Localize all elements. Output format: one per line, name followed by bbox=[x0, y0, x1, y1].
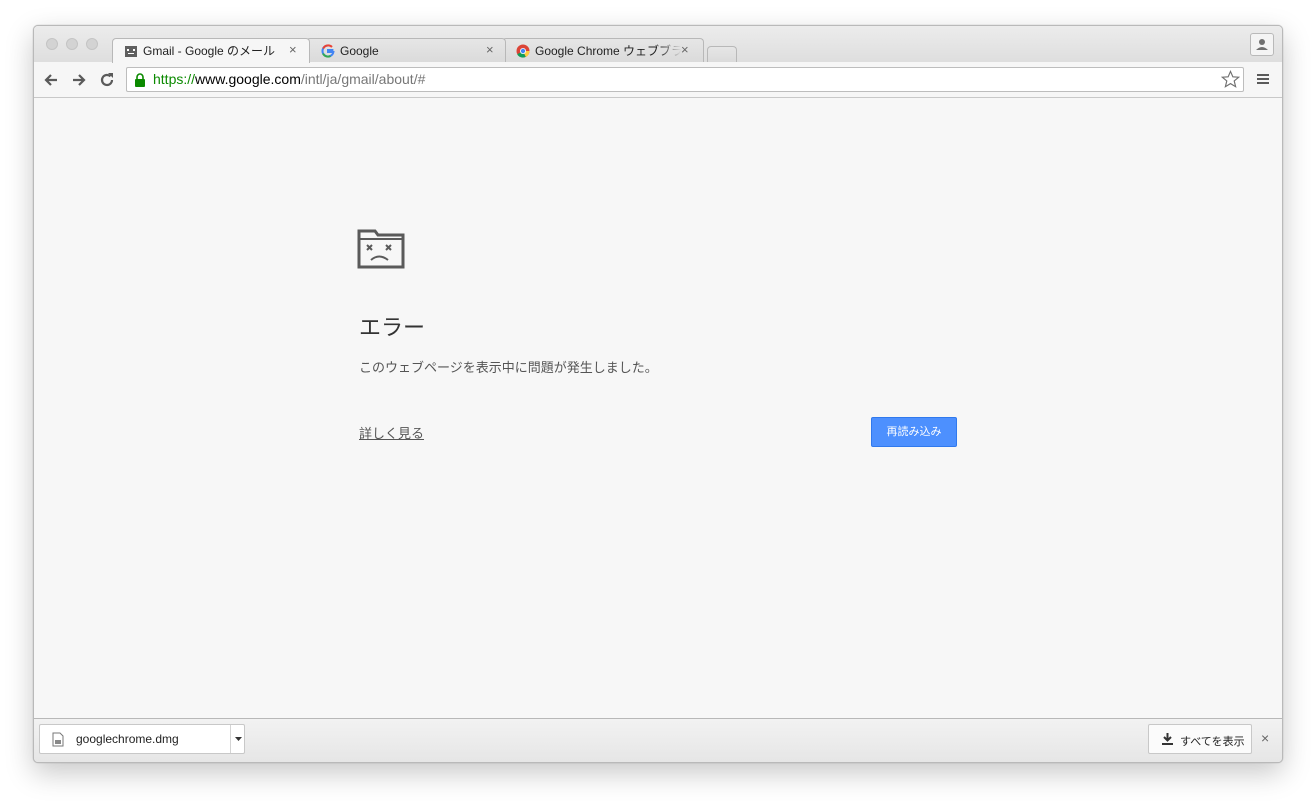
reload-button[interactable]: 再読み込み bbox=[871, 417, 957, 447]
tab-chrome[interactable]: Google Chrome ウェブブラウザ × bbox=[516, 38, 696, 63]
download-icon bbox=[1162, 733, 1173, 745]
tab-close-icon[interactable]: × bbox=[289, 42, 297, 57]
close-window-button[interactable] bbox=[46, 38, 58, 50]
tab-strip: Gmail - Google のメール × Google × Google Ch… bbox=[34, 26, 1282, 63]
profile-button[interactable] bbox=[1250, 33, 1274, 56]
menu-icon[interactable] bbox=[1256, 72, 1270, 86]
url-scheme: https:// bbox=[153, 71, 196, 87]
new-tab-button[interactable] bbox=[707, 46, 737, 63]
zoom-window-button[interactable] bbox=[86, 38, 98, 50]
show-all-downloads-button[interactable]: すべてを表示 bbox=[1148, 724, 1252, 754]
forward-arrow-icon[interactable] bbox=[70, 71, 88, 89]
lock-icon bbox=[135, 73, 145, 87]
chrome-logo-icon bbox=[516, 44, 530, 58]
browser-window: Gmail - Google のメール × Google × Google Ch… bbox=[33, 25, 1283, 763]
chevron-down-icon bbox=[235, 737, 242, 741]
tab-close-icon[interactable]: × bbox=[681, 42, 689, 57]
page-content: エラー このウェブページを表示中に問題が発生しました。 詳しく見る 再読み込み bbox=[34, 98, 1282, 718]
url-host: www.google.com bbox=[195, 71, 301, 87]
close-shelf-icon[interactable]: × bbox=[1261, 730, 1269, 746]
back-arrow-icon[interactable] bbox=[42, 71, 60, 89]
sad-page-favicon-icon bbox=[125, 45, 137, 57]
download-menu-button[interactable] bbox=[230, 725, 246, 753]
toolbar: https://www.google.com/intl/ja/gmail/abo… bbox=[34, 62, 1282, 98]
download-item[interactable]: googlechrome.dmg bbox=[39, 724, 245, 754]
url-text[interactable]: https://www.google.com/intl/ja/gmail/abo… bbox=[153, 68, 425, 91]
show-all-label: すべてを表示 bbox=[1180, 736, 1245, 748]
tab-close-icon[interactable]: × bbox=[486, 42, 494, 57]
google-g-favicon-icon bbox=[321, 43, 335, 58]
download-file-name: googlechrome.dmg bbox=[76, 732, 179, 746]
tab-title: Gmail - Google のメール bbox=[143, 44, 276, 58]
error-message: このウェブページを表示中に問題が発生しました。 bbox=[359, 360, 658, 375]
profile-icon bbox=[1256, 39, 1268, 50]
tab-gmail[interactable]: Gmail - Google のメール × bbox=[124, 38, 304, 63]
error-title: エラー bbox=[359, 315, 426, 340]
reload-icon[interactable] bbox=[98, 71, 116, 89]
tab-google[interactable]: Google × bbox=[321, 38, 501, 63]
address-bar[interactable]: https://www.google.com/intl/ja/gmail/abo… bbox=[126, 67, 1244, 92]
details-link[interactable]: 詳しく見る bbox=[359, 423, 424, 442]
minimize-window-button[interactable] bbox=[66, 38, 78, 50]
url-path: /intl/ja/gmail/about/# bbox=[300, 71, 426, 87]
file-icon bbox=[52, 732, 64, 747]
download-shelf: googlechrome.dmg すべてを表示 × bbox=[34, 718, 1282, 762]
tab-title: Google Chrome ウェブブラウザ bbox=[535, 44, 681, 58]
star-icon[interactable] bbox=[1221, 70, 1240, 89]
tab-title: Google bbox=[340, 43, 379, 58]
sad-folder-icon bbox=[357, 229, 405, 269]
